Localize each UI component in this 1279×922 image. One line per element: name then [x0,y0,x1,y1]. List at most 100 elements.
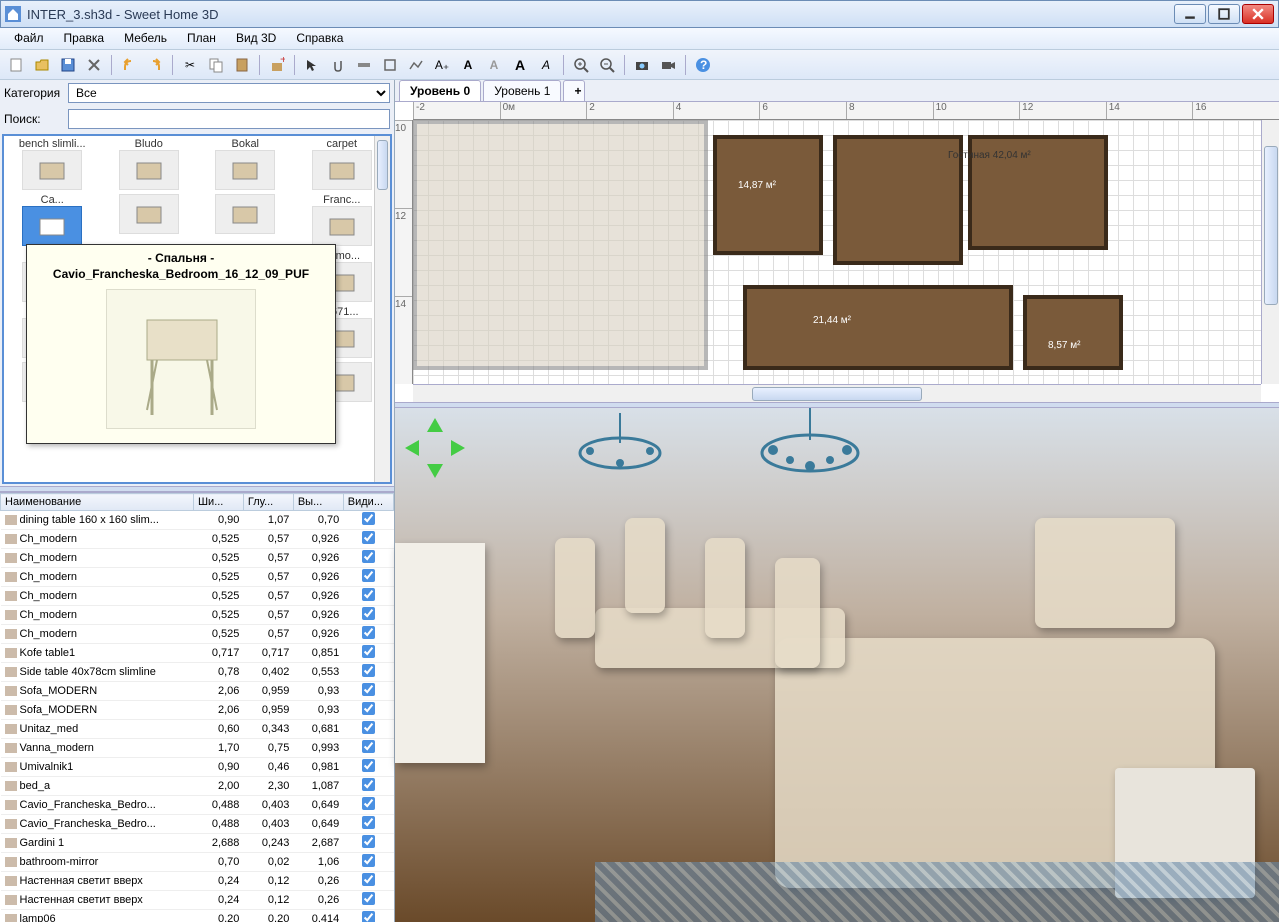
table-row[interactable]: Kofe table10,7170,7170,851 [1,644,394,663]
text-tool[interactable]: A [456,53,480,77]
zoom-in-button[interactable] [569,53,593,77]
plan-canvas[interactable]: 14,87 м² 21,44 м² Гостиная 42,04 м² 8,57… [413,120,1261,384]
visible-checkbox[interactable] [362,740,375,753]
table-row[interactable]: Side table 40x78cm slimline0,780,4020,55… [1,663,394,682]
polyline-tool[interactable] [404,53,428,77]
nav-left-icon[interactable] [405,440,419,456]
table-row[interactable]: Umivalnik10,900,460,981 [1,758,394,777]
level-tab[interactable]: Уровень 0 [399,80,481,101]
nav-right-icon[interactable] [451,440,465,456]
table-row[interactable]: Ch_modern0,5250,570,926 [1,568,394,587]
paste-button[interactable] [230,53,254,77]
table-row[interactable]: Vanna_modern1,700,750,993 [1,739,394,758]
undo-button[interactable] [117,53,141,77]
visible-checkbox[interactable] [362,645,375,658]
table-row[interactable]: bathroom-mirror0,700,021,06 [1,853,394,872]
select-tool[interactable] [300,53,324,77]
table-row[interactable]: Ch_modern0,5250,570,926 [1,587,394,606]
visible-checkbox[interactable] [362,797,375,810]
visible-checkbox[interactable] [362,835,375,848]
add-level-button[interactable]: + [563,80,585,101]
table-row[interactable]: dining table 160 x 160 slim...0,901,070,… [1,511,394,530]
catalog-item[interactable]: bench slimli... [4,136,101,192]
search-input[interactable] [68,109,390,129]
catalog-item[interactable]: Bludo [101,136,198,192]
column-header[interactable]: Ши... [193,494,243,511]
photo-button[interactable] [630,53,654,77]
3d-view[interactable] [395,408,1279,922]
close-button[interactable] [1242,4,1274,24]
level-tab[interactable]: Уровень 1 [483,80,561,101]
table-row[interactable]: lamp060,200,200,414 [1,910,394,922]
new-button[interactable] [4,53,28,77]
visible-checkbox[interactable] [362,892,375,905]
menu-Правка[interactable]: Правка [54,28,115,49]
text-italic-tool[interactable]: A [534,53,558,77]
redo-button[interactable] [143,53,167,77]
text-bold-tool[interactable]: A [508,53,532,77]
copy-button[interactable] [204,53,228,77]
table-row[interactable]: Sofa_MODERN2,060,9590,93 [1,682,394,701]
column-header[interactable]: Наименование [1,494,194,511]
visible-checkbox[interactable] [362,816,375,829]
table-row[interactable]: Sofa_MODERN2,060,9590,93 [1,701,394,720]
visible-checkbox[interactable] [362,873,375,886]
room-tool[interactable] [378,53,402,77]
visible-checkbox[interactable] [362,626,375,639]
cut-button[interactable]: ✂ [178,53,202,77]
plan-view[interactable]: -20м246810121416 101214 14,87 м² 21,44 м… [395,102,1279,402]
dim-tool[interactable]: A₊ [430,53,454,77]
catalog-item[interactable] [197,192,294,248]
visible-checkbox[interactable] [362,569,375,582]
visible-checkbox[interactable] [362,607,375,620]
preferences-button[interactable] [82,53,106,77]
menu-Справка[interactable]: Справка [286,28,353,49]
nav-up-icon[interactable] [427,418,443,432]
zoom-out-button[interactable] [595,53,619,77]
save-button[interactable] [56,53,80,77]
add-furniture-button[interactable]: + [265,53,289,77]
catalog-item[interactable]: Ca... [4,192,101,248]
help-button[interactable]: ? [691,53,715,77]
table-row[interactable]: Cavio_Francheska_Bedro...0,4880,4030,649 [1,815,394,834]
column-header[interactable]: Види... [343,494,393,511]
minimize-button[interactable] [1174,4,1206,24]
visible-checkbox[interactable] [362,702,375,715]
catalog-item[interactable] [101,192,198,248]
text-tool2[interactable]: A [482,53,506,77]
table-row[interactable]: Настенная светит вверх0,240,120,26 [1,872,394,891]
visible-checkbox[interactable] [362,683,375,696]
table-row[interactable]: Ch_modern0,5250,570,926 [1,530,394,549]
table-row[interactable]: Настенная светит вверх0,240,120,26 [1,891,394,910]
category-select[interactable]: Все [68,83,390,103]
table-row[interactable]: Gardini 12,6880,2432,687 [1,834,394,853]
table-row[interactable]: bed_a2,002,301,087 [1,777,394,796]
plan-scroll-h[interactable] [413,384,1261,402]
visible-checkbox[interactable] [362,911,375,922]
video-button[interactable] [656,53,680,77]
visible-checkbox[interactable] [362,854,375,867]
visible-checkbox[interactable] [362,721,375,734]
column-header[interactable]: Вы... [293,494,343,511]
catalog-item[interactable]: Bokal [197,136,294,192]
visible-checkbox[interactable] [362,664,375,677]
table-row[interactable]: Ch_modern0,5250,570,926 [1,606,394,625]
menu-Файл[interactable]: Файл [4,28,54,49]
catalog-scrollbar[interactable] [374,136,390,482]
maximize-button[interactable] [1208,4,1240,24]
table-row[interactable]: Unitaz_med0,600,3430,681 [1,720,394,739]
visible-checkbox[interactable] [362,588,375,601]
visible-checkbox[interactable] [362,531,375,544]
nav-down-icon[interactable] [427,464,443,478]
visible-checkbox[interactable] [362,778,375,791]
table-row[interactable]: Ch_modern0,5250,570,926 [1,549,394,568]
wall-tool[interactable] [352,53,376,77]
visible-checkbox[interactable] [362,759,375,772]
menu-План[interactable]: План [177,28,226,49]
open-button[interactable] [30,53,54,77]
column-header[interactable]: Глу... [243,494,293,511]
menu-Мебель[interactable]: Мебель [114,28,177,49]
menu-Вид 3D[interactable]: Вид 3D [226,28,286,49]
visible-checkbox[interactable] [362,512,375,525]
plan-scroll-v[interactable] [1261,120,1279,384]
